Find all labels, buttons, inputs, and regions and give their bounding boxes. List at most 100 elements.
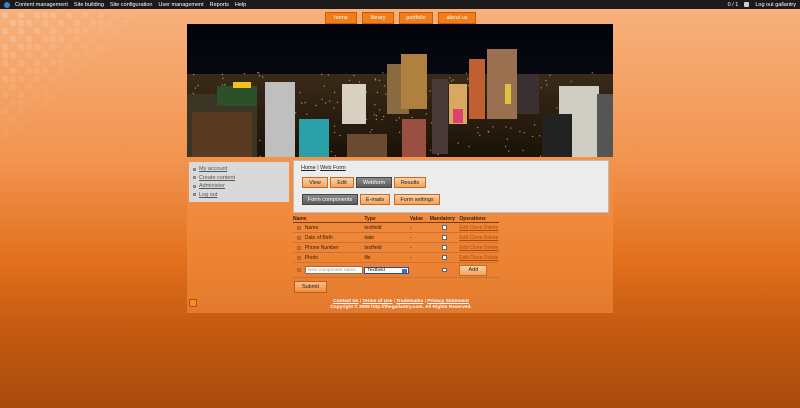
add-component-button[interactable]: Add [459, 264, 488, 276]
decorative-square [58, 84, 64, 90]
drag-handle-icon [296, 268, 301, 272]
decorative-square [82, 52, 88, 58]
header-banner-image [187, 24, 613, 157]
drag-handle[interactable] [293, 225, 305, 230]
decorative-square [106, 20, 112, 26]
tab-webform[interactable]: Webform [356, 177, 392, 188]
breadcrumb-home-link[interactable]: Home [301, 165, 316, 171]
operations-links[interactable]: Edit Clone Delete [459, 245, 499, 251]
city-skyline-illustration [187, 24, 613, 157]
operations-links[interactable]: Edit Clone Delete [459, 225, 499, 231]
component-value: - [409, 224, 412, 231]
admin-menu: Content management Site building Site co… [15, 2, 246, 8]
decorative-square [10, 68, 16, 74]
tab-edit[interactable]: Edit [330, 177, 354, 188]
mandatory-cell [430, 267, 460, 273]
decorative-square [98, 28, 104, 34]
footer-link-contact-us[interactable]: Contact Us [333, 299, 358, 304]
new-component-row: New component name Textfield Add [293, 263, 499, 278]
tab-view[interactable]: View [302, 177, 328, 188]
nav-tab-home[interactable]: home [325, 12, 357, 24]
decorative-square [50, 12, 56, 18]
drag-handle[interactable] [293, 245, 305, 250]
rss-feed-icon[interactable] [189, 299, 197, 307]
logout-link[interactable]: Log out gallantry [755, 2, 796, 8]
drag-handle[interactable] [293, 235, 305, 240]
primary-navigation: home library portfolio about us [325, 12, 476, 24]
mandatory-checkbox[interactable] [442, 245, 447, 250]
decorative-square [18, 108, 24, 114]
decorative-square [114, 12, 120, 18]
component-name: Photo [304, 254, 318, 261]
component-type-select[interactable]: Textfield [364, 266, 410, 274]
decorative-square [26, 68, 32, 74]
copyright-text: Copyright © 2009 http://thegallantry.com… [330, 305, 472, 310]
nav-tab-library[interactable]: library [362, 12, 394, 24]
decorative-square [66, 76, 72, 82]
submit-button[interactable]: Submit [294, 281, 327, 293]
footer-link-trademarks[interactable]: Trademarks [396, 299, 423, 304]
drag-handle[interactable] [293, 255, 305, 260]
decorative-square [2, 108, 8, 114]
drag-handle-icon [296, 245, 301, 250]
nav-tab-portfolio[interactable]: portfolio [399, 12, 433, 24]
breadcrumb-current-link[interactable]: Web Form [320, 165, 346, 171]
operations-links[interactable]: Edit Clone Delete [459, 255, 499, 261]
header-operations: Operations [459, 216, 486, 222]
tab-results[interactable]: Results [394, 177, 426, 188]
component-name: Phone Number [304, 244, 339, 251]
user-menu-create-content[interactable]: Create content [193, 174, 285, 183]
decorative-square [26, 20, 32, 26]
drupal-logo-icon[interactable] [4, 1, 10, 8]
component-type: textfield [364, 244, 382, 251]
decorative-square [90, 20, 96, 26]
mandatory-checkbox[interactable] [442, 225, 447, 230]
decorative-square [2, 92, 8, 98]
mandatory-checkbox[interactable] [442, 235, 447, 240]
tab-e-mails[interactable]: E-mails [360, 194, 390, 205]
user-menu-log-out[interactable]: Log out [193, 191, 285, 200]
tab-form-components[interactable]: Form components [302, 194, 358, 205]
decorative-square [50, 76, 56, 82]
footer-link-terms-of-use[interactable]: Terms of Use [362, 299, 392, 304]
decorative-square [122, 12, 128, 18]
user-menu-administer[interactable]: Administer [193, 182, 285, 191]
admin-menu-help[interactable]: Help [235, 2, 246, 8]
decorative-square [42, 92, 48, 98]
admin-menu-site-configuration[interactable]: Site configuration [110, 2, 153, 8]
decorative-square [42, 36, 48, 42]
operations-links[interactable]: Edit Clone Delete [459, 235, 499, 241]
decorative-square [2, 60, 8, 66]
footer-link-privacy-statement[interactable]: Privacy Statement [427, 299, 469, 304]
admin-menu-site-building[interactable]: Site building [74, 2, 104, 8]
drag-handle[interactable] [293, 268, 305, 272]
table-row: Date of Birth date - Edit Clone Delete [293, 233, 499, 243]
decorative-square [18, 92, 24, 98]
decorative-square [10, 100, 16, 106]
admin-menu-content-management[interactable]: Content management [15, 2, 68, 8]
drag-handle-icon [296, 255, 301, 260]
new-component-name-input[interactable]: New component name [304, 266, 363, 274]
decorative-square [122, 20, 128, 26]
user-menu-my-account[interactable]: My account [193, 165, 285, 174]
nav-tab-about-us[interactable]: about us [438, 12, 476, 24]
mandatory-checkbox[interactable] [442, 255, 447, 260]
decorative-square [66, 60, 72, 66]
component-value: - [409, 254, 412, 261]
mandatory-checkbox[interactable] [442, 267, 447, 273]
admin-menu-user-management[interactable]: User management [158, 2, 203, 8]
webform-tabs-panel: Home | Web Form View Edit Webform Result… [293, 160, 609, 213]
admin-menu-reports[interactable]: Reports [210, 2, 229, 8]
user-menu-label: Create content [199, 174, 236, 181]
tab-form-settings[interactable]: Form settings [394, 194, 440, 205]
decorative-square [50, 28, 56, 34]
add-cell: Add [459, 264, 499, 276]
decorative-square [74, 20, 80, 26]
decorative-square [18, 28, 24, 34]
decorative-square [106, 44, 112, 50]
admin-bar-right: 0 / 1 Log out gallantry [728, 2, 800, 8]
decorative-square [42, 68, 48, 74]
decorative-square [82, 28, 88, 34]
mandatory-cell [430, 235, 460, 240]
decorative-square [74, 52, 80, 58]
